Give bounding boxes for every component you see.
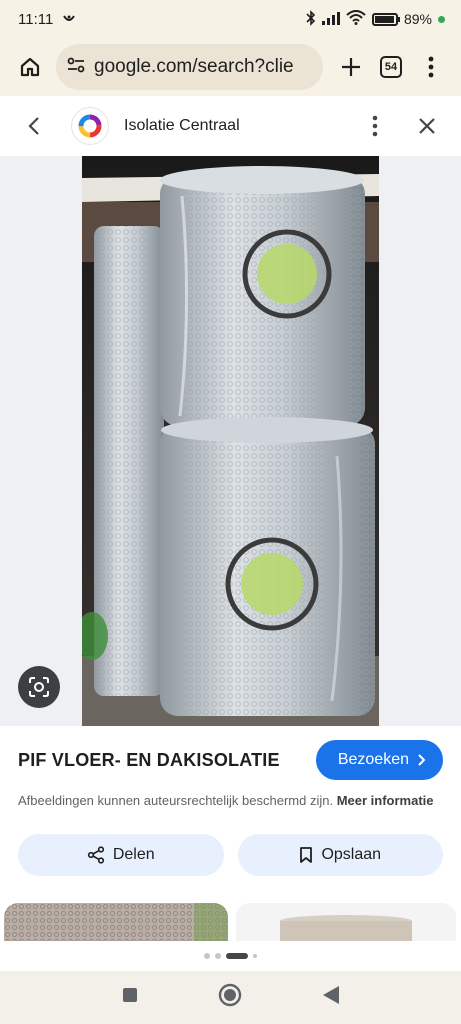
address-bar[interactable]: google.com/search?clie [56, 44, 323, 90]
new-tab-button[interactable] [331, 47, 371, 87]
home-icon [20, 57, 40, 77]
visit-button[interactable]: Bezoeken [315, 740, 443, 780]
related-images-strip [0, 901, 461, 941]
site-name[interactable]: Isolatie Centraal [124, 117, 240, 135]
tab-switcher-icon: 54 [380, 56, 402, 78]
menu-icon [428, 56, 434, 78]
result-title: PIF VLOER- EN DAKISOLATIE [18, 749, 280, 770]
image-preview-area [0, 156, 461, 726]
privacy-indicator-icon [438, 15, 445, 23]
close-button[interactable] [407, 106, 447, 146]
browser-menu-button[interactable] [411, 47, 451, 87]
page-dot [215, 953, 221, 959]
bluetooth-icon [306, 9, 316, 29]
close-icon [419, 118, 435, 134]
related-image-thumbnail[interactable] [4, 903, 228, 941]
share-button[interactable]: Delen [18, 834, 224, 876]
nav-recents-button[interactable] [122, 987, 138, 1008]
signal-icon [321, 11, 340, 28]
tab-switcher-button[interactable]: 54 [371, 47, 411, 87]
bookmark-icon [300, 847, 313, 863]
page-dot-active [226, 953, 248, 959]
related-image-thumbnail[interactable] [236, 903, 456, 941]
more-options-button[interactable] [355, 106, 395, 146]
notification-icon [63, 11, 76, 28]
site-settings-icon[interactable] [66, 55, 86, 80]
lens-icon [29, 677, 49, 697]
visit-button-label: Bezoeken [337, 751, 409, 768]
battery-icon [371, 12, 400, 26]
back-button[interactable] [14, 106, 54, 146]
system-navigation-bar [0, 971, 461, 1024]
site-logo [72, 108, 108, 144]
page-dot [253, 954, 257, 958]
nav-back-button[interactable] [322, 985, 340, 1010]
back-icon [28, 117, 39, 135]
save-button-label: Opslaan [321, 846, 382, 863]
status-time: 11:11 [18, 10, 54, 28]
copyright-notice-text: Afbeeldingen kunnen auteursrechtelijk be… [18, 793, 334, 808]
page-indicator [0, 941, 461, 971]
image-viewer-header: Isolatie Centraal [0, 96, 461, 156]
home-button[interactable] [10, 47, 50, 87]
nav-home-icon [218, 983, 241, 1007]
product-image[interactable] [82, 156, 379, 726]
chevron-right-icon [418, 754, 425, 766]
save-button[interactable]: Opslaan [237, 834, 443, 876]
page-dot [204, 953, 210, 959]
share-icon [87, 846, 104, 864]
result-info-panel: PIF VLOER- EN DAKISOLATIE Bezoeken Afbee… [0, 726, 461, 901]
share-button-label: Delen [112, 846, 155, 863]
copyright-notice: Afbeeldingen kunnen auteursrechtelijk be… [18, 792, 443, 810]
nav-recents-icon [122, 988, 137, 1002]
nav-home-button[interactable] [218, 983, 242, 1012]
battery-percent: 89% [403, 11, 432, 27]
new-tab-icon [342, 58, 360, 76]
more-info-link[interactable]: Meer informatie [337, 793, 434, 808]
site-favicon-icon [78, 114, 102, 138]
wifi-icon [346, 10, 366, 28]
nav-back-icon [322, 986, 339, 1004]
url-text: google.com/search?clie [94, 56, 294, 77]
more-vert-icon [372, 115, 378, 137]
browser-toolbar: google.com/search?clie 54 [0, 38, 461, 96]
status-bar: 11:11 89% [0, 0, 461, 38]
google-lens-button[interactable] [18, 666, 60, 708]
